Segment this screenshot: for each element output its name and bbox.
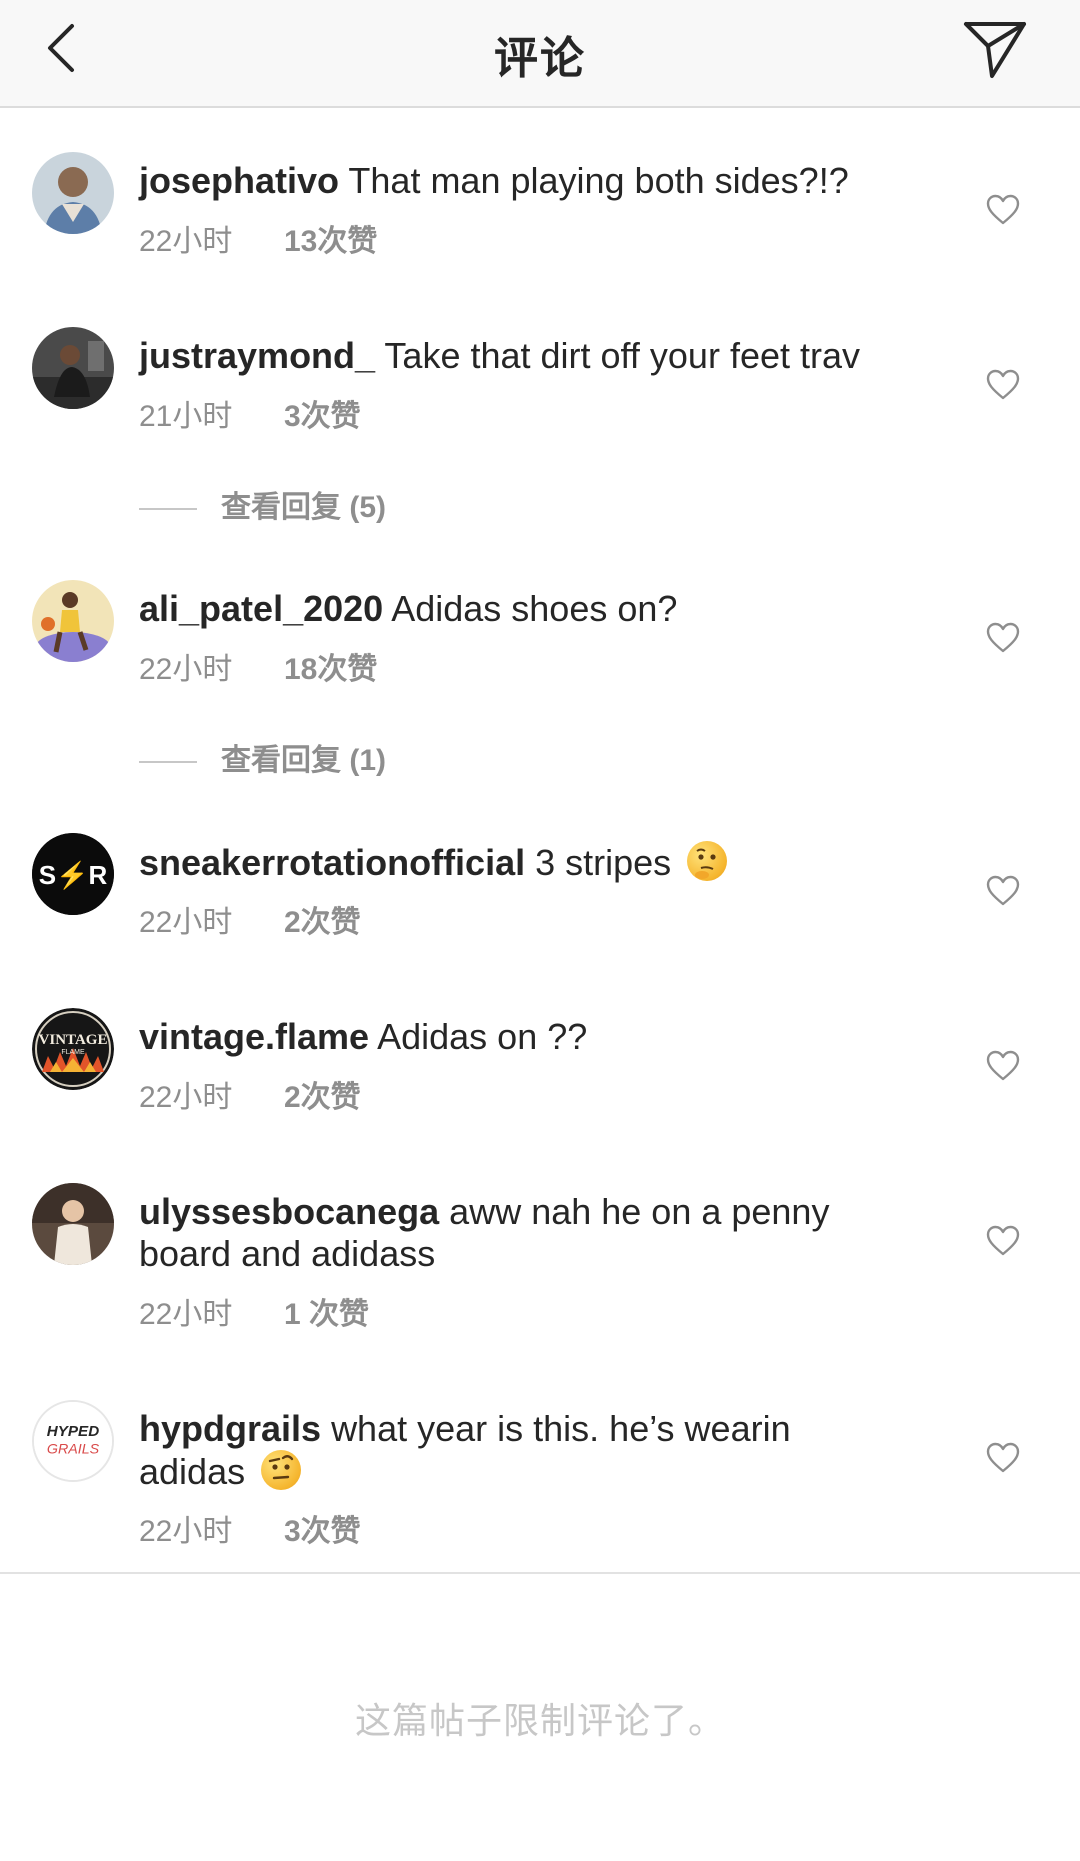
comment-time: 22小时 [139,1515,233,1548]
comment-text: sneakerrotationofficial 3 stripes [139,841,879,884]
brand-logo: VINTAGE FLAME [32,1008,114,1090]
svg-text:VINTAGE: VINTAGE [39,1032,108,1048]
user-photo [32,327,114,409]
avatar[interactable] [32,580,114,662]
divider-line [139,761,197,764]
comment-time: 22小时 [139,1298,233,1331]
avatar[interactable]: S⚡R [32,833,114,915]
avatar[interactable] [32,152,114,234]
paper-plane-icon [964,22,1026,78]
comment-time: 21小时 [139,400,233,433]
raised-eyebrow-face-emoji [261,1450,302,1490]
comment-username[interactable]: justraymond_ [139,335,375,376]
comment-username[interactable]: josephativo [139,160,339,201]
view-replies-button[interactable]: 查看回复 (5) [139,482,386,526]
comment-username[interactable]: vintage.flame [139,1016,369,1057]
brand-logo: S⚡R [32,833,114,915]
comment-meta: 22小时 1 次赞 [139,1289,369,1333]
heart-outline-icon[interactable] [986,622,1020,654]
view-replies-label: 查看回复 (5) [221,491,386,524]
heart-outline-icon[interactable] [986,875,1020,907]
comment-likes[interactable]: 3次赞 [284,1515,361,1548]
comment-body: Adidas shoes on? [391,588,678,629]
comment-meta: 22小时 13次赞 [139,216,377,260]
user-photo [32,580,114,662]
page-title: 评论 [494,34,586,83]
heart-outline-icon[interactable] [986,1050,1020,1082]
comment-username[interactable]: ali_patel_2020 [139,588,383,629]
comment-meta: 22小时 2次赞 [139,897,361,941]
comment-time: 22小时 [139,1081,233,1114]
user-photo [32,1183,114,1265]
heart-outline-icon[interactable] [986,1442,1020,1474]
avatar[interactable] [32,327,114,409]
svg-text:FLAME: FLAME [61,1049,85,1056]
user-photo [32,152,114,234]
comment-time: 22小时 [139,225,233,258]
heart-outline-icon[interactable] [986,194,1020,226]
svg-text:S⚡R: S⚡R [39,860,108,891]
comment-meta: 22小时 18次赞 [139,644,377,688]
comment-username[interactable]: ulyssesbocanega [139,1191,439,1232]
comment-meta: 22小时 3次赞 [139,1506,361,1550]
comment-text: josephativo That man playing both sides?… [139,160,879,202]
comment-likes[interactable]: 1 次赞 [284,1298,369,1331]
comment-meta: 22小时 2次赞 [139,1072,361,1116]
comment-likes[interactable]: 2次赞 [284,1081,361,1114]
comment-text: justraymond_ Take that dirt off your fee… [139,335,879,377]
comment-text: hypdgrails what year is this. he’s weari… [139,1408,879,1493]
top-bar: 评论 [0,0,1080,108]
comment-text: ulyssesbocanega aww nah he on a penny bo… [139,1191,879,1275]
comment-username[interactable]: sneakerrotationofficial [139,842,525,883]
heart-outline-icon[interactable] [986,1225,1020,1257]
comment-likes[interactable]: 2次赞 [284,906,361,939]
comment-username[interactable]: hypdgrails [139,1408,321,1449]
comment-body: 3 stripes [535,842,672,883]
comment-time: 22小时 [139,653,233,686]
view-replies-button[interactable]: 查看回复 (1) [139,735,386,779]
comment-text: ali_patel_2020 Adidas shoes on? [139,588,879,630]
comment-body: That man playing both sides?!? [348,160,849,201]
comment-body: Take that dirt off your feet trav [384,335,860,376]
comment-meta: 21小时 3次赞 [139,391,361,435]
thinking-face-emoji [687,841,728,881]
divider-line [139,508,197,511]
comments-limited-notice: 这篇帖子限制评论了。 [354,1700,725,1741]
comment-likes[interactable]: 13次赞 [284,225,377,258]
share-button[interactable] [962,16,1030,82]
svg-text:GRAILS: GRAILS [47,1441,100,1457]
heart-outline-icon[interactable] [986,369,1020,401]
comment-likes[interactable]: 18次赞 [284,653,377,686]
svg-text:HYPED: HYPED [47,1423,99,1440]
comment-likes[interactable]: 3次赞 [284,400,361,433]
comment-body: Adidas on ?? [377,1016,588,1057]
view-replies-label: 查看回复 (1) [221,744,386,777]
comment-time: 22小时 [139,906,233,939]
avatar[interactable]: HYPED GRAILS [32,1400,114,1482]
brand-logo: HYPED GRAILS [34,1402,112,1480]
comment-text: vintage.flame Adidas on ?? [139,1016,879,1058]
avatar[interactable] [32,1183,114,1265]
divider [0,1572,1080,1574]
avatar[interactable]: VINTAGE FLAME [32,1008,114,1090]
